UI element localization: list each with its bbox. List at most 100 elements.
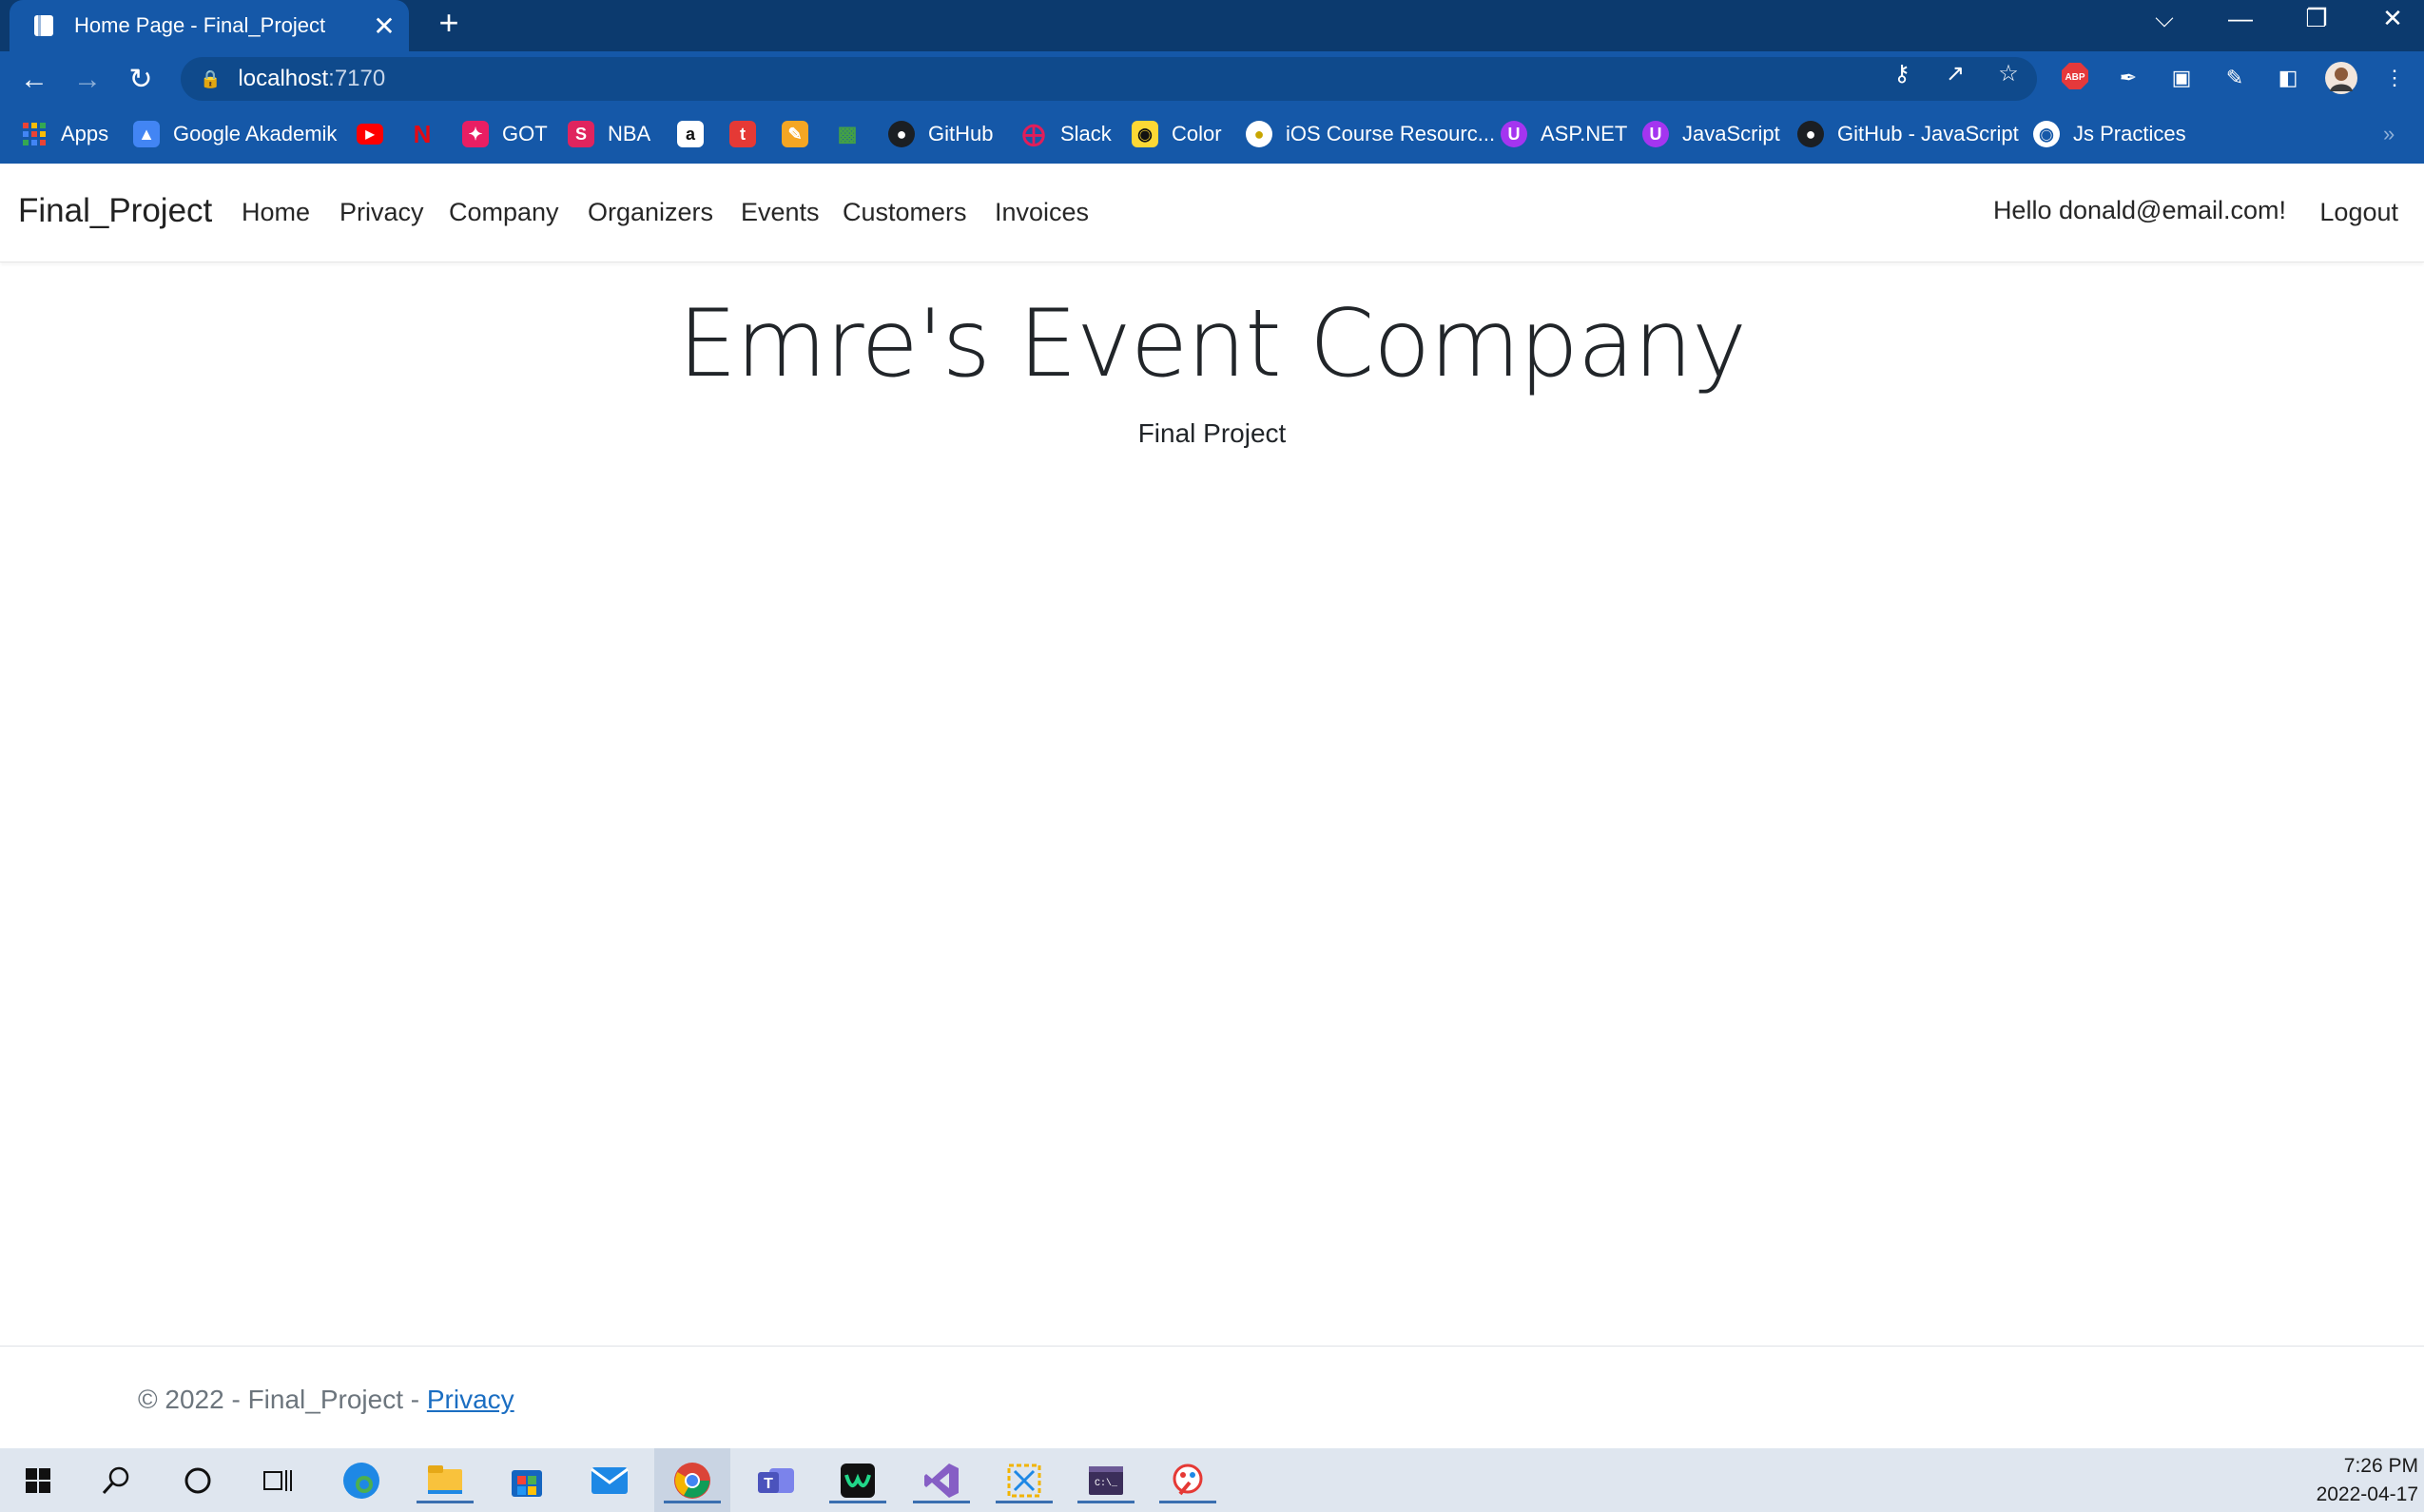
paint-icon[interactable] <box>1159 1458 1216 1503</box>
footer-copyright: © 2022 - Final_Project - <box>138 1385 427 1414</box>
bookmark-label: Color <box>1172 122 1222 145</box>
footer-privacy-link[interactable]: Privacy <box>427 1385 514 1414</box>
store-icon[interactable] <box>504 1458 550 1503</box>
adblock-icon[interactable]: ABP <box>2058 61 2092 95</box>
nav-link-privacy[interactable]: Privacy <box>339 198 424 227</box>
notes-icon: ✎ <box>782 121 808 147</box>
teams-icon[interactable]: T <box>753 1458 799 1503</box>
page-subtitle: Final Project <box>1137 418 1287 448</box>
svg-text:T: T <box>764 1476 773 1492</box>
user-greeting-link[interactable]: Hello donald@email.com! <box>1993 196 2286 225</box>
nba-icon: S <box>568 121 594 147</box>
side-panel-icon[interactable]: ◧ <box>2271 61 2305 95</box>
task-view-icon[interactable] <box>255 1458 301 1503</box>
minimize-button[interactable]: — <box>2212 0 2269 38</box>
bookmark-label: GitHub - JavaScript <box>1837 122 2019 145</box>
browser-tab[interactable]: Home Page - Final_Project ✕ <box>10 0 409 51</box>
bookmark-ios-course[interactable]: ● iOS Course Resourc... <box>1246 107 1495 162</box>
lock-icon: 🔒 <box>200 68 222 88</box>
forward-arrow-icon[interactable]: → <box>68 61 107 99</box>
tumblr-icon: t <box>729 121 756 147</box>
bookmark-notes[interactable]: ✎ <box>782 107 822 162</box>
bookmark-label: iOS Course Resourc... <box>1286 122 1496 145</box>
bookmark-aspnet[interactable]: U ASP.NET <box>1501 107 1627 162</box>
menu-kebab-icon[interactable]: ⋮ <box>2377 61 2412 95</box>
snip-icon[interactable] <box>996 1458 1053 1503</box>
new-tab-button[interactable]: + <box>430 4 468 42</box>
share-icon[interactable]: ↗ <box>1940 59 1970 89</box>
cortana-icon[interactable] <box>175 1458 221 1503</box>
bookmark-color[interactable]: ◉ Color <box>1132 107 1222 162</box>
bookmark-nba[interactable]: S NBA <box>568 107 650 162</box>
footer-content: © 2022 - Final_Project - Privacy <box>138 1385 514 1415</box>
chrome-icon[interactable] <box>664 1458 721 1503</box>
extensions-puzzle-icon[interactable]: ✎ <box>2218 61 2252 95</box>
udemy-icon: U <box>1642 121 1669 147</box>
edge-icon[interactable] <box>339 1458 384 1503</box>
bookmark-javascript[interactable]: U JavaScript <box>1642 107 1780 162</box>
windows-taskbar: T C:\_ 7:26 PM 2022-04-17 <box>0 1448 2424 1512</box>
screen-capture-icon[interactable]: ▣ <box>2164 61 2199 95</box>
close-tab-icon[interactable]: ✕ <box>365 10 403 42</box>
amazon-icon: a <box>677 121 704 147</box>
github-icon: ● <box>1797 121 1824 147</box>
visual-studio-icon[interactable] <box>913 1458 970 1503</box>
bookmark-github[interactable]: ● GitHub <box>888 107 993 162</box>
bookmark-label: ASP.NET <box>1541 122 1628 145</box>
close-window-button[interactable]: ✕ <box>2364 0 2421 38</box>
nav-link-customers[interactable]: Customers <box>843 198 967 227</box>
tab-search-icon[interactable]: ⌵ <box>2136 0 2193 38</box>
bookmark-bars[interactable]: ▩ <box>834 107 874 162</box>
nav-link-company[interactable]: Company <box>449 198 559 227</box>
profile-avatar[interactable] <box>2324 61 2358 95</box>
nav-link-events[interactable]: Events <box>741 198 820 227</box>
svg-text:C:\_: C:\_ <box>1095 1478 1118 1489</box>
ios-course-icon: ● <box>1246 121 1272 147</box>
search-icon[interactable] <box>93 1458 139 1503</box>
netflix-icon: N <box>413 119 432 148</box>
webstorm-icon[interactable] <box>829 1458 886 1503</box>
bookmark-label: Google Akademik <box>173 122 338 145</box>
bookmarks-bar: Apps ▲ Google Akademik ▶ N ✦ GOT S NBA a… <box>0 107 2424 164</box>
eyedropper-icon[interactable]: ✒ <box>2111 61 2145 95</box>
nav-link-organizers[interactable]: Organizers <box>588 198 713 227</box>
mail-icon[interactable] <box>587 1458 632 1503</box>
github-icon: ● <box>888 121 915 147</box>
bookmark-got[interactable]: ✦ GOT <box>462 107 548 162</box>
bookmark-label: GitHub <box>928 122 994 145</box>
slack-icon: ⨁ <box>1022 121 1045 147</box>
svg-text:ABP: ABP <box>2065 72 2085 83</box>
nav-link-invoices[interactable]: Invoices <box>995 198 1089 227</box>
site-navbar: Final_Project Home Privacy Company Organ… <box>0 164 2424 262</box>
file-explorer-icon[interactable] <box>417 1458 474 1503</box>
back-arrow-icon[interactable]: ← <box>15 61 53 99</box>
bookmark-github-javascript[interactable]: ● GitHub - JavaScript <box>1797 107 2019 162</box>
bookmark-apps[interactable]: Apps <box>21 107 108 162</box>
bookmark-star-icon[interactable]: ☆ <box>1993 59 2024 89</box>
bookmark-label: NBA <box>608 122 651 145</box>
bookmark-google-akademik[interactable]: ▲ Google Akademik <box>133 107 337 162</box>
bookmark-youtube[interactable]: ▶ <box>357 107 397 162</box>
bookmarks-overflow-icon[interactable]: » <box>2383 107 2395 162</box>
logout-button[interactable]: Logout <box>2319 198 2398 227</box>
bookmark-label: Apps <box>61 122 109 145</box>
start-icon[interactable] <box>15 1458 61 1503</box>
restore-button[interactable]: ❐ <box>2288 0 2345 38</box>
nav-link-home[interactable]: Home <box>242 198 310 227</box>
bookmark-js-practices[interactable]: ◉ Js Practices <box>2033 107 2186 162</box>
system-clock[interactable]: 7:26 PM 2022-04-17 <box>2317 1452 2418 1509</box>
address-bar[interactable]: 🔒 localhost :7170 <box>181 57 2037 101</box>
bookmark-tumblr[interactable]: t <box>729 107 769 162</box>
reload-icon[interactable]: ↻ <box>122 61 160 99</box>
terminal-icon[interactable]: C:\_ <box>1077 1458 1134 1503</box>
bookmark-amazon[interactable]: a <box>677 107 717 162</box>
navbar-brand[interactable]: Final_Project <box>18 192 212 230</box>
key-icon[interactable]: ⚷ <box>1887 59 1917 89</box>
graduation-cap-icon: ▲ <box>133 121 160 147</box>
bookmark-slack[interactable]: ⨁ Slack <box>1020 107 1112 162</box>
bookmark-netflix[interactable]: N <box>409 107 449 162</box>
clock-date: 2022-04-17 <box>2316 1483 2418 1505</box>
bookmark-label: Slack <box>1060 122 1112 145</box>
udemy-icon: U <box>1501 121 1527 147</box>
bookmark-label: Js Practices <box>2073 122 2186 145</box>
